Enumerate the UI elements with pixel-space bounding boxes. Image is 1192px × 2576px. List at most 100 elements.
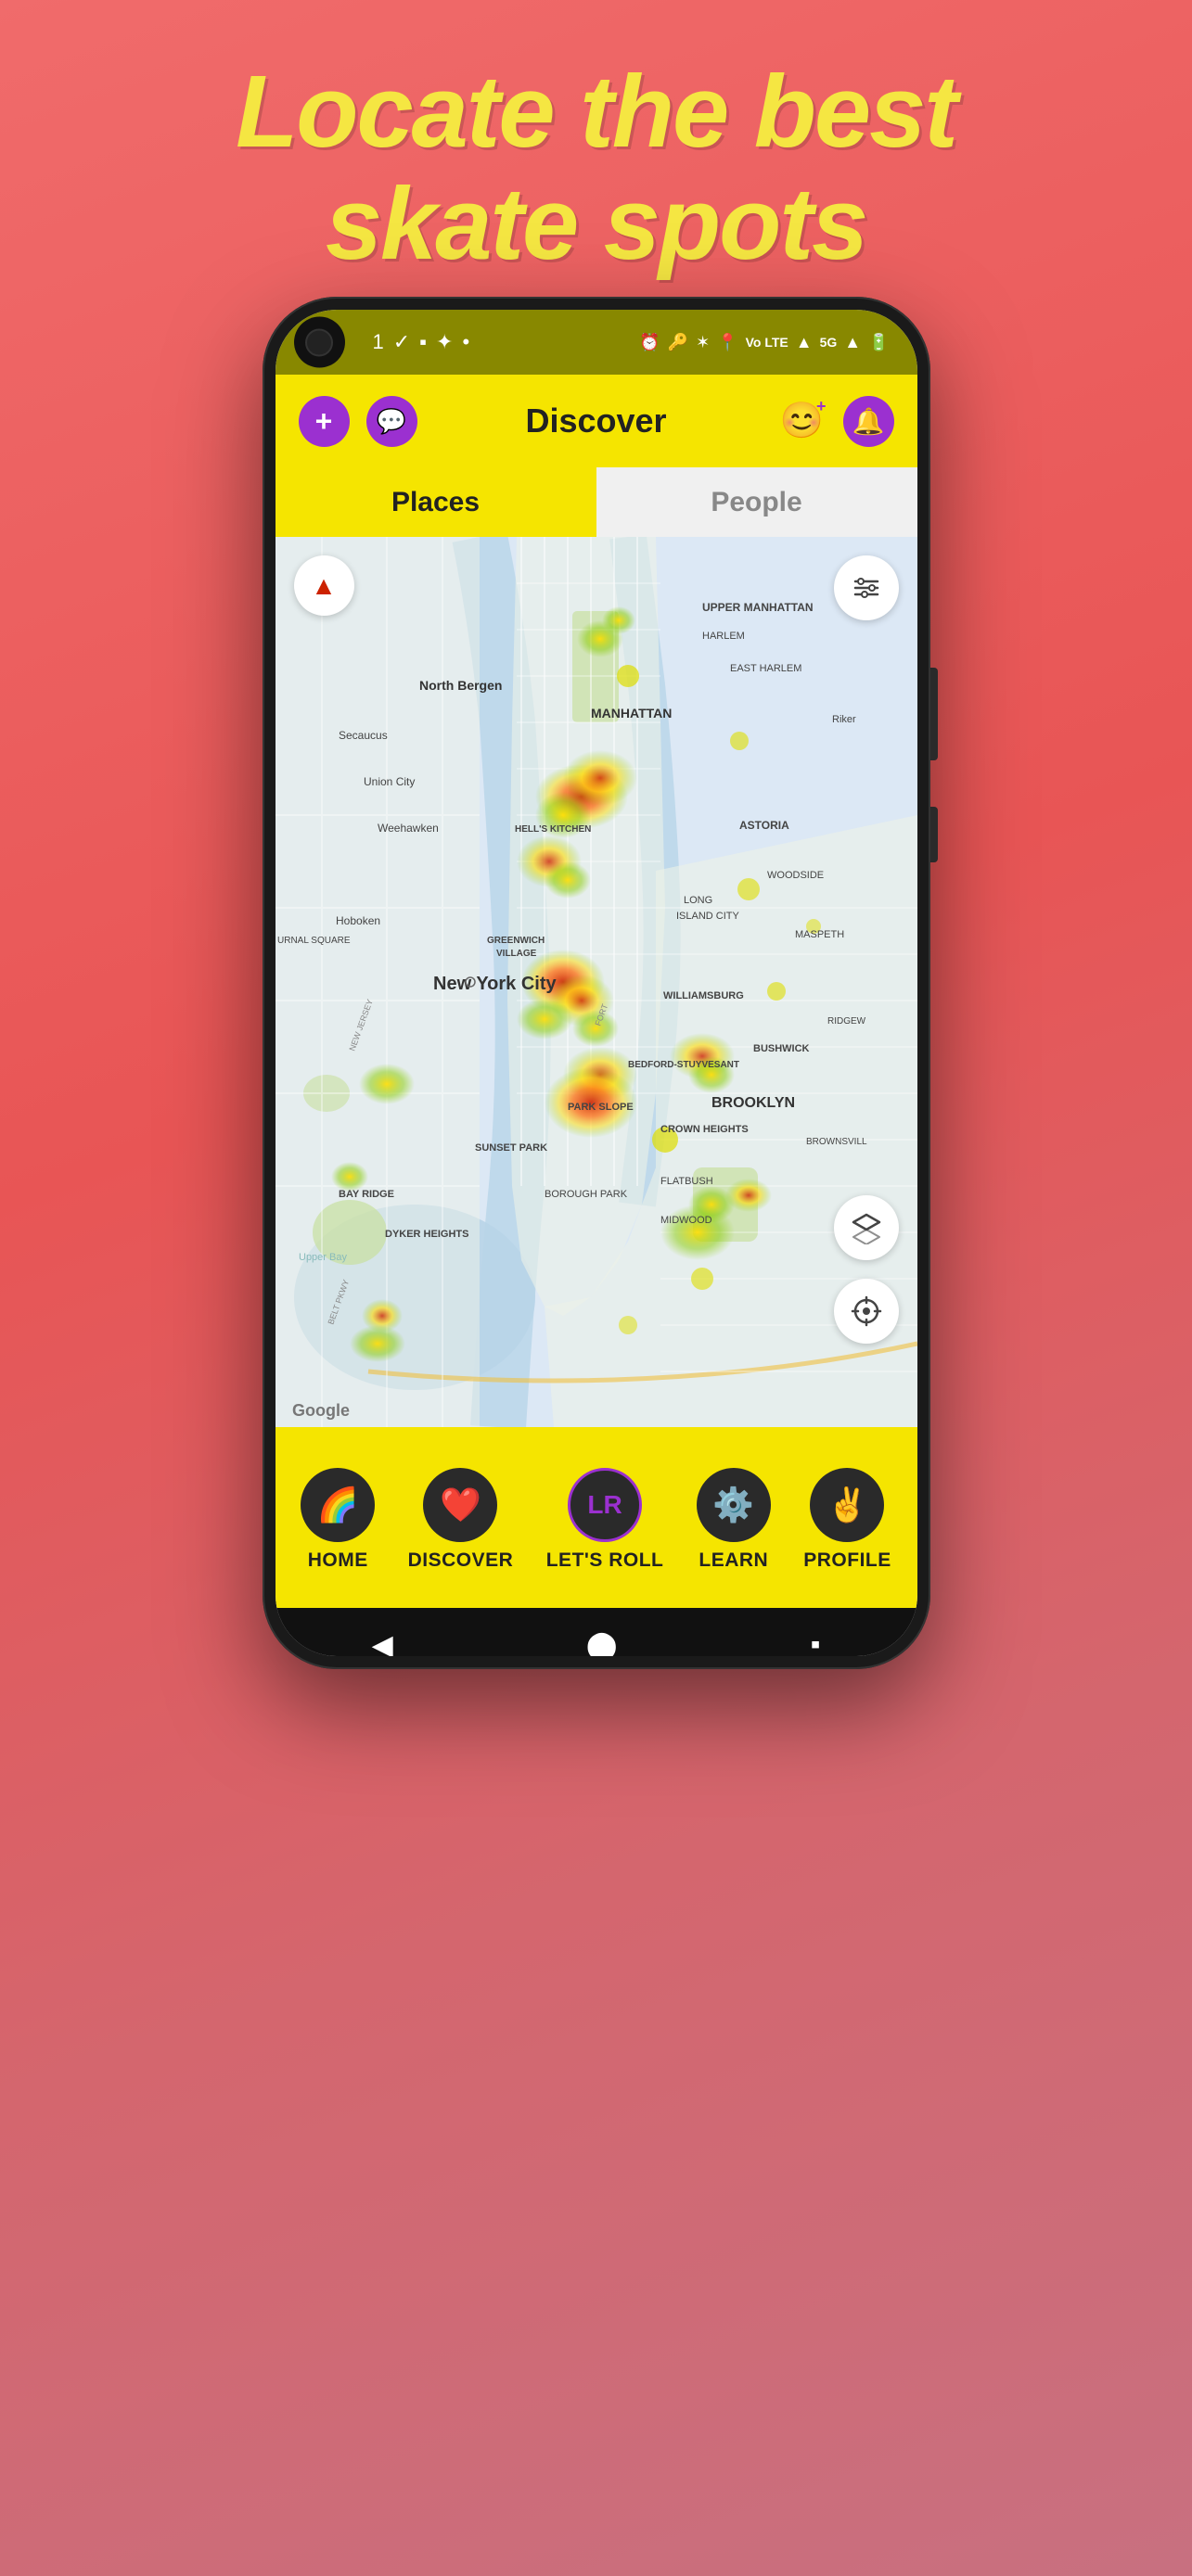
status-icon-bluetooth: ✶	[696, 333, 710, 352]
svg-text:BAY RIDGE: BAY RIDGE	[339, 1189, 394, 1200]
learn-icon: ⚙️	[712, 1486, 754, 1524]
svg-text:DYKER HEIGHTS: DYKER HEIGHTS	[385, 1229, 468, 1240]
discover-icon: ❤️	[440, 1486, 481, 1524]
compass-icon: ▲	[311, 571, 337, 601]
profile-nav-label: PROFILE	[803, 1549, 891, 1572]
layer-icon	[850, 1211, 883, 1244]
svg-text:PARK SLOPE: PARK SLOPE	[568, 1102, 634, 1113]
status-icon-nav: ✦	[436, 330, 453, 354]
tab-places[interactable]: Places	[276, 467, 596, 537]
discover-nav-label: DISCOVER	[408, 1549, 514, 1572]
notifications-button[interactable]: 🔔	[843, 396, 894, 447]
status-icon-signal-bars: ▲	[844, 333, 861, 352]
svg-text:BROWNSVILL: BROWNSVILL	[806, 1137, 867, 1147]
phone-body: 1 ✓ ▪ ✦ • ⏰ 🔑 ✶ 📍 Vo LTE ▲ 5G ▲ 🔋	[263, 297, 930, 1669]
status-icon-lte: Vo LTE	[746, 335, 788, 350]
phone-side-button-1	[930, 668, 938, 760]
status-bar: 1 ✓ ▪ ✦ • ⏰ 🔑 ✶ 📍 Vo LTE ▲ 5G ▲ 🔋	[276, 310, 917, 375]
status-icon-check: ✓	[393, 330, 410, 354]
home-icon: 🌈	[317, 1486, 359, 1524]
status-icon-key: 🔑	[668, 333, 688, 352]
system-navigation-bar: ◀ ⬤ ▪	[276, 1608, 917, 1656]
back-button[interactable]: ◀	[372, 1629, 393, 1657]
camera-notch	[294, 317, 345, 368]
status-left-icons: 1 ✓ ▪ ✦ •	[373, 330, 470, 354]
filter-icon	[852, 573, 881, 603]
svg-text:GREENWICH: GREENWICH	[487, 936, 545, 946]
layer-button[interactable]	[834, 1195, 899, 1260]
bottom-navigation: 🌈 HOME ❤️ DISCOVER LR LET'S ROLL	[276, 1427, 917, 1608]
svg-text:BROOKLYN: BROOKLYN	[711, 1095, 795, 1111]
svg-text:ISLAND CITY: ISLAND CITY	[676, 911, 740, 922]
home-button[interactable]: ⬤	[586, 1629, 618, 1657]
page-title: Discover	[525, 402, 666, 440]
home-nav-label: HOME	[308, 1549, 368, 1572]
svg-text:ASTORIA: ASTORIA	[739, 819, 789, 832]
status-icon-box: ▪	[419, 330, 427, 354]
add-friend-button[interactable]: 😊 +	[778, 397, 827, 445]
map-view[interactable]: UPPER MANHATTAN HARLEM EAST HARLEM North…	[276, 537, 917, 1427]
svg-text:Google: Google	[292, 1401, 350, 1420]
tab-people-label: People	[711, 487, 801, 518]
svg-text:WILLIAMSBURG: WILLIAMSBURG	[663, 990, 744, 1001]
filter-button[interactable]	[834, 555, 899, 620]
home-icon-circle: 🌈	[301, 1468, 375, 1542]
svg-text:LONG: LONG	[684, 895, 712, 906]
nav-item-learn[interactable]: ⚙️ LEARN	[697, 1468, 771, 1572]
chat-button[interactable]: 💬	[366, 396, 417, 447]
add-button[interactable]: +	[299, 396, 350, 447]
svg-text:RIDGEW: RIDGEW	[827, 1016, 866, 1027]
top-bar-right-actions: 😊 + 🔔	[778, 396, 894, 447]
recents-button[interactable]: ▪	[811, 1629, 821, 1656]
svg-text:MIDWOOD: MIDWOOD	[660, 1215, 712, 1226]
hero-line2: skate spots	[56, 168, 1136, 280]
svg-text:Weehawken: Weehawken	[378, 822, 439, 835]
svg-text:Union City: Union City	[364, 775, 415, 788]
learn-nav-label: LEARN	[699, 1549, 768, 1572]
nav-item-letsroll[interactable]: LR LET'S ROLL	[546, 1468, 664, 1572]
svg-text:Secaucus: Secaucus	[339, 729, 388, 742]
tab-places-label: Places	[391, 487, 480, 518]
status-right-icons: ⏰ 🔑 ✶ 📍 Vo LTE ▲ 5G ▲ 🔋	[639, 333, 889, 352]
learn-icon-circle: ⚙️	[697, 1468, 771, 1542]
tabs-bar: Places People	[276, 467, 917, 537]
map-svg: UPPER MANHATTAN HARLEM EAST HARLEM North…	[276, 537, 917, 1427]
top-bar-left-actions: + 💬	[299, 396, 417, 447]
svg-text:Upper Bay: Upper Bay	[299, 1252, 347, 1263]
svg-text:BOROUGH PARK: BOROUGH PARK	[545, 1189, 628, 1200]
hero-line1: Locate the best	[56, 56, 1136, 168]
compass-button[interactable]: ▲	[294, 555, 354, 616]
nav-item-discover[interactable]: ❤️ DISCOVER	[408, 1468, 514, 1572]
location-button[interactable]	[834, 1279, 899, 1344]
svg-text:HARLEM: HARLEM	[702, 631, 745, 642]
status-icon-wifi: ▲	[796, 333, 813, 352]
phone-mockup: 1 ✓ ▪ ✦ • ⏰ 🔑 ✶ 📍 Vo LTE ▲ 5G ▲ 🔋	[263, 297, 930, 1669]
nav-item-profile[interactable]: ✌️ PROFILE	[803, 1468, 891, 1572]
top-app-bar: + 💬 Discover 😊 + 🔔	[276, 375, 917, 467]
chat-icon: 💬	[377, 407, 406, 436]
svg-text:VILLAGE: VILLAGE	[496, 949, 537, 959]
status-icon-location: 📍	[717, 333, 737, 352]
phone-side-button-2	[930, 807, 938, 862]
letsroll-icon: LR	[587, 1490, 622, 1520]
svg-text:HELL'S KITCHEN: HELL'S KITCHEN	[515, 824, 591, 835]
camera-lens	[305, 328, 333, 356]
status-icon-dot: •	[462, 330, 469, 354]
svg-text:New York City: New York City	[433, 974, 558, 994]
status-icon-5g: 5G	[820, 335, 838, 350]
svg-text:CROWN HEIGHTS: CROWN HEIGHTS	[660, 1124, 749, 1135]
nav-item-home[interactable]: 🌈 HOME	[301, 1468, 375, 1572]
svg-text:URNAL SQUARE: URNAL SQUARE	[277, 936, 351, 946]
plus-icon: +	[315, 404, 333, 439]
svg-text:North Bergen: North Bergen	[419, 678, 502, 693]
svg-text:BEDFORD-STUYVESANT: BEDFORD-STUYVESANT	[628, 1060, 739, 1070]
tab-people[interactable]: People	[596, 467, 917, 537]
phone-screen: 1 ✓ ▪ ✦ • ⏰ 🔑 ✶ 📍 Vo LTE ▲ 5G ▲ 🔋	[276, 310, 917, 1656]
svg-text:UPPER MANHATTAN: UPPER MANHATTAN	[702, 601, 814, 614]
discover-icon-circle: ❤️	[423, 1468, 497, 1542]
svg-text:Riker: Riker	[832, 714, 856, 725]
status-icon-signal: 1	[373, 330, 384, 354]
svg-text:EAST HARLEM: EAST HARLEM	[730, 663, 801, 674]
svg-text:FLATBUSH: FLATBUSH	[660, 1176, 713, 1187]
status-icon-alarm: ⏰	[639, 333, 660, 352]
